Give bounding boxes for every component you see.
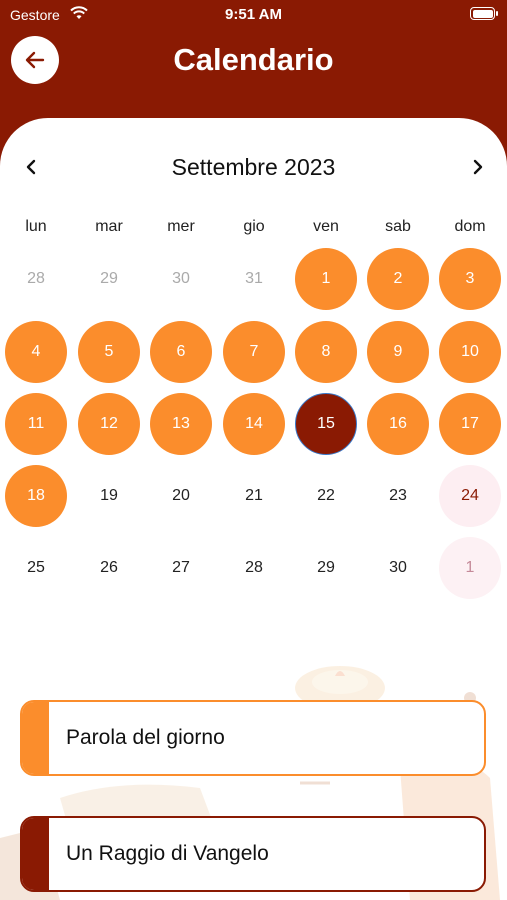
calendar-day[interactable]: 6 — [150, 321, 212, 383]
battery-icon — [470, 7, 498, 20]
calendar-day[interactable]: 8 — [295, 321, 357, 383]
calendar-day: 29 — [100, 270, 118, 287]
calendar-day[interactable]: 27 — [150, 537, 212, 599]
month-label: Settembre 2023 — [171, 154, 336, 180]
calendar-day[interactable]: 30 — [367, 537, 429, 599]
card-accent-stripe — [22, 818, 49, 890]
card-label: Un Raggio di Vangelo — [66, 842, 269, 865]
calendar-day[interactable]: 5 — [78, 321, 140, 383]
parola-del-giorno-card[interactable]: Parola del giorno — [20, 700, 486, 776]
calendar-day[interactable]: 25 — [5, 537, 67, 599]
calendar-day: 31 — [245, 270, 263, 287]
calendar-day: 30 — [172, 270, 190, 287]
calendar-day: 28 — [27, 270, 45, 287]
calendar-day[interactable]: 4 — [5, 321, 67, 383]
weekday-label: gio — [243, 218, 265, 235]
calendar-day[interactable]: 26 — [78, 537, 140, 599]
calendar-day[interactable]: 9 — [367, 321, 429, 383]
chevron-right-icon — [473, 159, 483, 175]
calendar-day[interactable]: 12 — [78, 393, 140, 455]
weekday-header: lun mar mer gio ven sab dom — [0, 218, 507, 238]
raggio-di-vangelo-card[interactable]: Un Raggio di Vangelo — [20, 816, 486, 892]
calendar-day[interactable]: 1 — [439, 537, 501, 599]
status-bar: Gestore 9:51 AM — [0, 0, 507, 30]
card-accent-stripe — [22, 702, 49, 774]
calendar-day[interactable]: 16 — [367, 393, 429, 455]
page-title: Calendario — [173, 42, 334, 77]
weekday-label: mer — [167, 218, 195, 235]
calendar-day[interactable]: 10 — [439, 321, 501, 383]
calendar-day[interactable]: 22 — [295, 465, 357, 527]
weekday-label: dom — [454, 218, 486, 235]
calendar-day[interactable]: 17 — [439, 393, 501, 455]
weekday-label: lun — [25, 218, 47, 235]
weekday-label: sab — [385, 218, 411, 235]
calendar-day[interactable]: 14 — [223, 393, 285, 455]
calendar-day[interactable]: 11 — [5, 393, 67, 455]
calendar-day[interactable]: 21 — [223, 465, 285, 527]
calendar-day[interactable]: 13 — [150, 393, 212, 455]
calendar-day[interactable]: 24 — [439, 465, 501, 527]
card-label: Parola del giorno — [66, 726, 225, 749]
calendar-day[interactable]: 2 — [367, 248, 429, 310]
calendar-day[interactable]: 7 — [223, 321, 285, 383]
calendar-day[interactable]: 18 — [5, 465, 67, 527]
weekday-label: mar — [95, 218, 123, 235]
calendar-day[interactable]: 3 — [439, 248, 501, 310]
next-month-button[interactable] — [463, 152, 493, 182]
calendar-day[interactable]: 23 — [367, 465, 429, 527]
calendar-sheet: Settembre 2023 lun mar mer gio ven sab dom 28 2… — [0, 118, 507, 900]
calendar-day[interactable]: 28 — [223, 537, 285, 599]
calendar-day[interactable]: 19 — [78, 465, 140, 527]
status-time: 9:51 AM — [225, 6, 282, 23]
calendar-day[interactable]: 15 — [295, 393, 357, 455]
calendar-day[interactable]: 1 — [295, 248, 357, 310]
calendar-day[interactable]: 29 — [295, 537, 357, 599]
calendar-day[interactable]: 20 — [150, 465, 212, 527]
weekday-label: ven — [313, 218, 339, 235]
